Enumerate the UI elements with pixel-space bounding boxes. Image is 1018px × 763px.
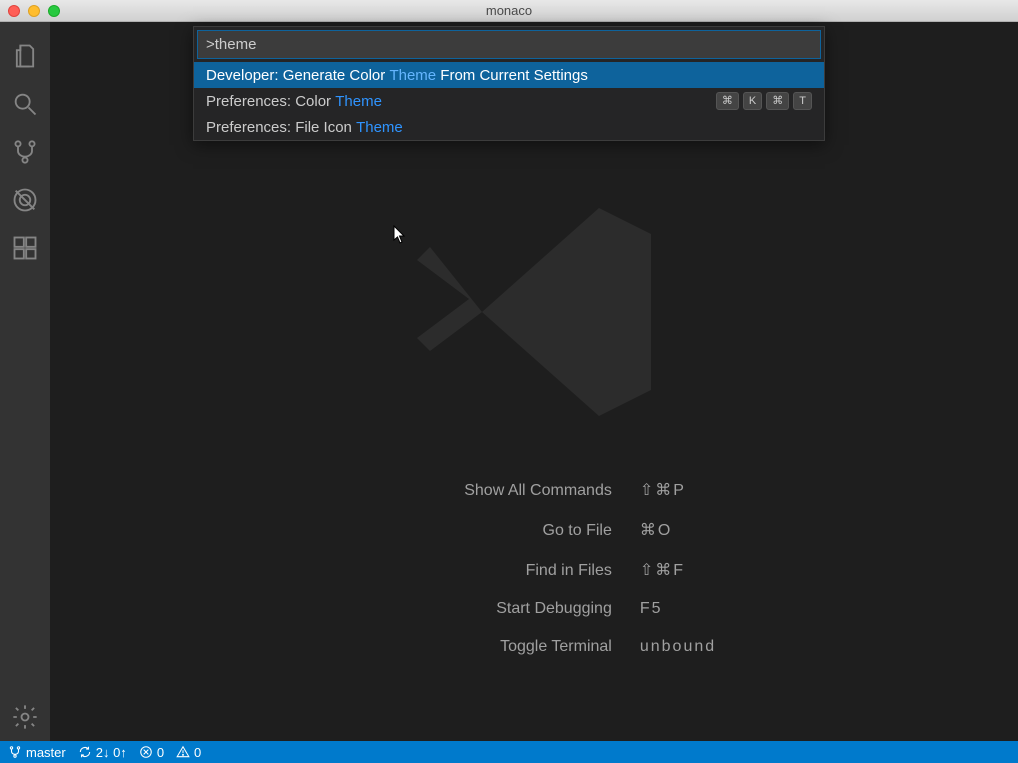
key-chip: ⌘ <box>766 92 789 110</box>
vscode-logo-watermark <box>384 182 684 447</box>
shortcut-label: Toggle Terminal <box>352 638 612 656</box>
command-palette-input-wrap <box>194 27 824 62</box>
status-warnings-count: 0 <box>194 745 201 760</box>
label-prefix: Developer: Generate Color <box>206 67 389 84</box>
status-branch-name: master <box>26 745 66 760</box>
activity-scm[interactable] <box>0 128 50 176</box>
shortcut-row: Start Debugging F5 <box>352 600 716 618</box>
command-palette-item[interactable]: Preferences: Color Theme ⌘ K ⌘ T <box>194 88 824 114</box>
activity-extensions[interactable] <box>0 224 50 272</box>
status-sync-text: 2↓ 0↑ <box>96 745 127 760</box>
status-bar: master 2↓ 0↑ 0 0 <box>0 741 1018 763</box>
shortcut-label: Start Debugging <box>352 600 612 618</box>
label-prefix: Preferences: Color <box>206 93 335 110</box>
search-icon <box>11 90 39 118</box>
label-match: Theme <box>335 93 382 110</box>
bug-icon <box>11 186 39 214</box>
sync-icon <box>78 745 92 759</box>
shortcut-key: ⇧⌘P <box>640 480 686 500</box>
status-errors-count: 0 <box>157 745 164 760</box>
shortcut-row: Find in Files ⇧⌘F <box>352 560 716 580</box>
editor-area: Show All Commands ⇧⌘P Go to File ⌘O Find… <box>50 22 1018 741</box>
shortcut-key: ⇧⌘F <box>640 560 685 580</box>
warning-icon <box>176 745 190 759</box>
command-palette-item[interactable]: Preferences: File Icon Theme <box>194 114 824 140</box>
command-palette-item[interactable]: Developer: Generate Color Theme From Cur… <box>194 62 824 88</box>
branch-icon <box>8 745 22 759</box>
shortcut-row: Go to File ⌘O <box>352 520 716 540</box>
command-palette-keybinding: ⌘ K ⌘ T <box>716 92 812 110</box>
activity-bar <box>0 22 50 741</box>
command-palette-input[interactable] <box>197 30 821 59</box>
status-warnings[interactable]: 0 <box>176 745 201 760</box>
shortcut-key: ⌘O <box>640 520 672 540</box>
shortcut-label: Show All Commands <box>352 482 612 500</box>
command-palette: Developer: Generate Color Theme From Cur… <box>193 26 825 141</box>
command-palette-item-label: Preferences: File Icon Theme <box>206 119 812 136</box>
activity-settings[interactable] <box>0 693 50 741</box>
extensions-icon <box>11 234 39 262</box>
key-chip: T <box>793 92 812 110</box>
command-palette-item-label: Preferences: Color Theme <box>206 93 716 110</box>
label-suffix: From Current Settings <box>436 67 588 84</box>
error-icon <box>139 745 153 759</box>
shortcut-label: Go to File <box>352 522 612 540</box>
shortcut-key: F5 <box>640 600 663 618</box>
welcome-shortcuts: Show All Commands ⇧⌘P Go to File ⌘O Find… <box>352 480 716 656</box>
branch-icon <box>11 138 39 166</box>
status-errors[interactable]: 0 <box>139 745 164 760</box>
key-chip: K <box>743 92 762 110</box>
shortcut-row: Show All Commands ⇧⌘P <box>352 480 716 500</box>
command-palette-list: Developer: Generate Color Theme From Cur… <box>194 62 824 140</box>
label-prefix: Preferences: File Icon <box>206 119 356 136</box>
files-icon <box>11 42 39 70</box>
activity-debug[interactable] <box>0 176 50 224</box>
status-branch[interactable]: master <box>8 745 66 760</box>
shortcut-row: Toggle Terminal unbound <box>352 638 716 656</box>
activity-search[interactable] <box>0 80 50 128</box>
label-match: Theme <box>389 67 436 84</box>
shortcut-label: Find in Files <box>352 562 612 580</box>
workbench: Show All Commands ⇧⌘P Go to File ⌘O Find… <box>0 22 1018 741</box>
titlebar: monaco <box>0 0 1018 22</box>
status-sync[interactable]: 2↓ 0↑ <box>78 745 127 760</box>
activity-explorer[interactable] <box>0 32 50 80</box>
gear-icon <box>11 703 39 731</box>
shortcut-key: unbound <box>640 638 716 656</box>
key-chip: ⌘ <box>716 92 739 110</box>
command-palette-item-label: Developer: Generate Color Theme From Cur… <box>206 67 812 84</box>
window-title: monaco <box>0 3 1018 18</box>
label-match: Theme <box>356 119 403 136</box>
